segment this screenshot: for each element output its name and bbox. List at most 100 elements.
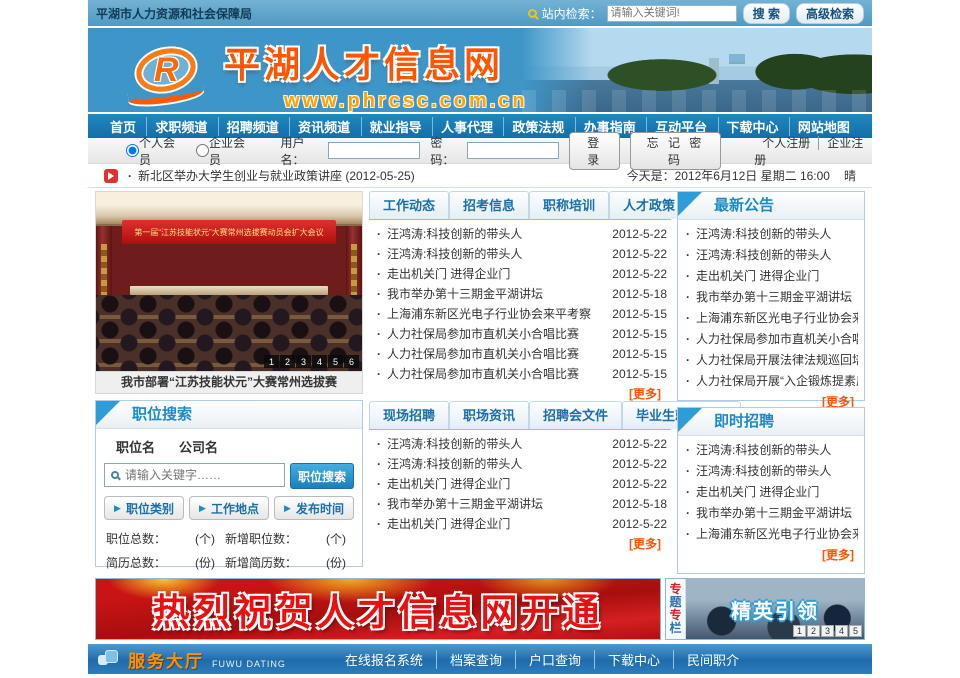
- instant-recruit-title: 即时招聘: [714, 408, 864, 436]
- instant-recruit-item[interactable]: 汪鸿涛:科技创新的带头人: [684, 440, 858, 461]
- news-tab[interactable]: 招聘会文件: [529, 401, 622, 429]
- brand-text: 平湖人才信息网 www.phrcsc.com.cn: [224, 36, 528, 112]
- news-title[interactable]: 汪鸿涛:科技创新的带头人: [387, 454, 604, 474]
- personal-member-label[interactable]: 个人会员: [139, 134, 183, 168]
- logo-block[interactable]: R 平湖人才信息网 www.phrcsc.com.cn: [128, 36, 528, 112]
- job-search-tab[interactable]: 职位名: [104, 435, 167, 458]
- news-item[interactable]: 上海浦东新区光电子行业协会来平考察 2012-5-15: [373, 304, 667, 324]
- nav-item[interactable]: 就业指导: [361, 117, 430, 136]
- job-search-header: 职位搜索: [96, 401, 362, 429]
- announcement-item[interactable]: 走出机关门 进得企业门: [684, 266, 858, 287]
- password-field[interactable]: [467, 142, 559, 159]
- announcement-item[interactable]: 上海浦东新区光电子行业协会来平考: [684, 308, 858, 329]
- service-link[interactable]: 下载中心: [594, 650, 673, 669]
- instant-recruit-item[interactable]: 汪鸿涛:科技创新的带头人: [684, 461, 858, 482]
- news-title[interactable]: 走出机关门 进得企业门: [387, 264, 604, 284]
- news-title[interactable]: 人力社保局参加市直机关小合唱比赛: [387, 324, 604, 344]
- news-tab[interactable]: 职场资讯: [449, 401, 529, 429]
- company-member-radio[interactable]: [196, 144, 209, 157]
- news-tab[interactable]: 招考信息: [449, 191, 529, 219]
- service-link[interactable]: 民间职介: [673, 650, 752, 669]
- news-title[interactable]: 上海浦东新区光电子行业协会来平考察: [387, 304, 604, 324]
- elite-page-button[interactable]: 3: [821, 625, 834, 637]
- service-link[interactable]: 在线报名系统: [332, 650, 436, 669]
- announcement-item[interactable]: 人力社保局开展“入企锻炼提素质”: [684, 371, 858, 392]
- announcement-item[interactable]: 人力社保局参加市直机关小合唱比赛: [684, 329, 858, 350]
- conference-photo[interactable]: 第一届“江苏技能状元”大赛常州选拔赛动员会扩大会议 123456: [96, 192, 362, 371]
- news-tab[interactable]: 现场招聘: [369, 401, 449, 429]
- slideshow-page-button[interactable]: 3: [296, 355, 311, 368]
- news-item[interactable]: 汪鸿涛:科技创新的带头人 2012-5-22: [373, 244, 667, 264]
- slideshow-page-button[interactable]: 6: [344, 355, 359, 368]
- news-item[interactable]: 我市举办第十三期金平湖讲坛 2012-5-18: [373, 494, 667, 514]
- job-search-tab[interactable]: 公司名: [167, 435, 230, 458]
- username-field[interactable]: [328, 142, 420, 159]
- photo-caption[interactable]: 我市部署“江苏技能状元”大赛常州选拔赛: [96, 371, 362, 393]
- personal-member-radio[interactable]: [126, 144, 139, 157]
- news-item[interactable]: 走出机关门 进得企业门 2012-5-22: [373, 264, 667, 284]
- announcement-item[interactable]: 汪鸿涛:科技创新的带头人: [684, 224, 858, 245]
- elite-banner-photo[interactable]: 精英引领 12345: [686, 579, 864, 639]
- login-button[interactable]: 登 录: [569, 132, 620, 170]
- elite-page-button[interactable]: 2: [807, 625, 820, 637]
- site-search-button[interactable]: 搜 索: [743, 3, 790, 24]
- nav-item[interactable]: 首页: [102, 117, 144, 136]
- news-item[interactable]: 汪鸿涛:科技创新的带头人 2012-5-22: [373, 454, 667, 474]
- job-filter-button[interactable]: 工作地点: [189, 496, 269, 520]
- instant-recruit-more-link[interactable]: [更多]: [678, 545, 864, 566]
- keyword-input[interactable]: [125, 468, 278, 482]
- slideshow-page-button[interactable]: 4: [312, 355, 327, 368]
- news-title[interactable]: 走出机关门 进得企业门: [387, 514, 604, 534]
- instant-recruit-item[interactable]: 走出机关门 进得企业门: [684, 482, 858, 503]
- news-item[interactable]: 我市举办第十三期金平湖讲坛 2012-5-18: [373, 284, 667, 304]
- news-item[interactable]: 走出机关门 进得企业门 2012-5-22: [373, 514, 667, 534]
- job-filter-button[interactable]: 职位类别: [104, 496, 184, 520]
- service-link[interactable]: 档案查询: [436, 650, 515, 669]
- news-title[interactable]: 人力社保局参加市直机关小合唱比赛: [387, 364, 604, 384]
- celebration-banner[interactable]: 热烈祝贺人才信息网开通: [95, 578, 661, 640]
- news-item[interactable]: 人力社保局参加市直机关小合唱比赛 2012-5-15: [373, 344, 667, 364]
- instant-recruit-item[interactable]: 我市举办第十三期金平湖讲坛: [684, 503, 858, 524]
- news-tab[interactable]: 工作动态: [369, 191, 449, 219]
- news-title[interactable]: 汪鸿涛:科技创新的带头人: [387, 224, 604, 244]
- elite-page-button[interactable]: 5: [849, 625, 862, 637]
- news-item[interactable]: 人力社保局参加市直机关小合唱比赛 2012-5-15: [373, 324, 667, 344]
- news-date: 2012-5-15: [612, 304, 667, 324]
- advanced-search-button[interactable]: 高级检索: [796, 3, 864, 24]
- news-item[interactable]: 汪鸿涛:科技创新的带头人 2012-5-22: [373, 224, 667, 244]
- site-search-input[interactable]: [607, 5, 737, 22]
- news-title[interactable]: 人力社保局参加市直机关小合唱比赛: [387, 344, 604, 364]
- announcement-item[interactable]: 我市举办第十三期金平湖讲坛: [684, 287, 858, 308]
- job-stat-value: (个): [183, 530, 221, 547]
- ticker-headline[interactable]: 新北区举办大学生创业与就业政策讲座 (2012-05-25): [138, 167, 415, 184]
- news-title[interactable]: 走出机关门 进得企业门: [387, 474, 604, 494]
- service-link[interactable]: 户口查询: [515, 650, 594, 669]
- forgot-password-button[interactable]: 忘 记 密 码: [630, 132, 720, 170]
- news-title[interactable]: 我市举办第十三期金平湖讲坛: [387, 494, 604, 514]
- news-item[interactable]: 走出机关门 进得企业门 2012-5-22: [373, 474, 667, 494]
- elite-page-button[interactable]: 4: [835, 625, 848, 637]
- recruit-news-more-link[interactable]: [更多]: [369, 534, 671, 555]
- elite-page-button[interactable]: 1: [793, 625, 806, 637]
- job-search-button[interactable]: 职位搜索: [290, 463, 354, 489]
- instant-recruit-list: 汪鸿涛:科技创新的带头人汪鸿涛:科技创新的带头人走出机关门 进得企业门我市举办第…: [678, 436, 864, 545]
- slideshow-page-button[interactable]: 1: [264, 355, 279, 368]
- nav-item[interactable]: 政策法规: [503, 117, 572, 136]
- news-title[interactable]: 我市举办第十三期金平湖讲坛: [387, 284, 604, 304]
- job-filter-button[interactable]: 发布时间: [274, 496, 354, 520]
- news-tab[interactable]: 职称培训: [529, 191, 609, 219]
- slideshow-page-button[interactable]: 5: [328, 355, 343, 368]
- announcement-item[interactable]: 人力社保局开展法律法规巡回培训: [684, 350, 858, 371]
- login-bar: 个人会员 企业会员 用户名： 密码： 登 录 忘 记 密 码 个人注册企业注册: [88, 138, 872, 164]
- middle-column: 工作动态招考信息职称培训人才政策 汪鸿涛:科技创新的带头人 2012-5-22 …: [369, 191, 671, 574]
- news-item[interactable]: 汪鸿涛:科技创新的带头人 2012-5-22: [373, 434, 667, 454]
- slideshow-page-button[interactable]: 2: [280, 355, 295, 368]
- register-link[interactable]: 个人注册: [754, 136, 818, 150]
- announcement-item[interactable]: 汪鸿涛:科技创新的带头人: [684, 245, 858, 266]
- special-column-banner[interactable]: 专题专栏 精英引领 12345: [665, 578, 865, 640]
- news-item[interactable]: 人力社保局参加市直机关小合唱比赛 2012-5-15: [373, 364, 667, 384]
- instant-recruit-item[interactable]: 上海浦东新区光电子行业协会来平考: [684, 524, 858, 545]
- news-title[interactable]: 汪鸿涛:科技创新的带头人: [387, 244, 604, 264]
- news-title[interactable]: 汪鸿涛:科技创新的带头人: [387, 434, 604, 454]
- company-member-label[interactable]: 企业会员: [209, 134, 253, 168]
